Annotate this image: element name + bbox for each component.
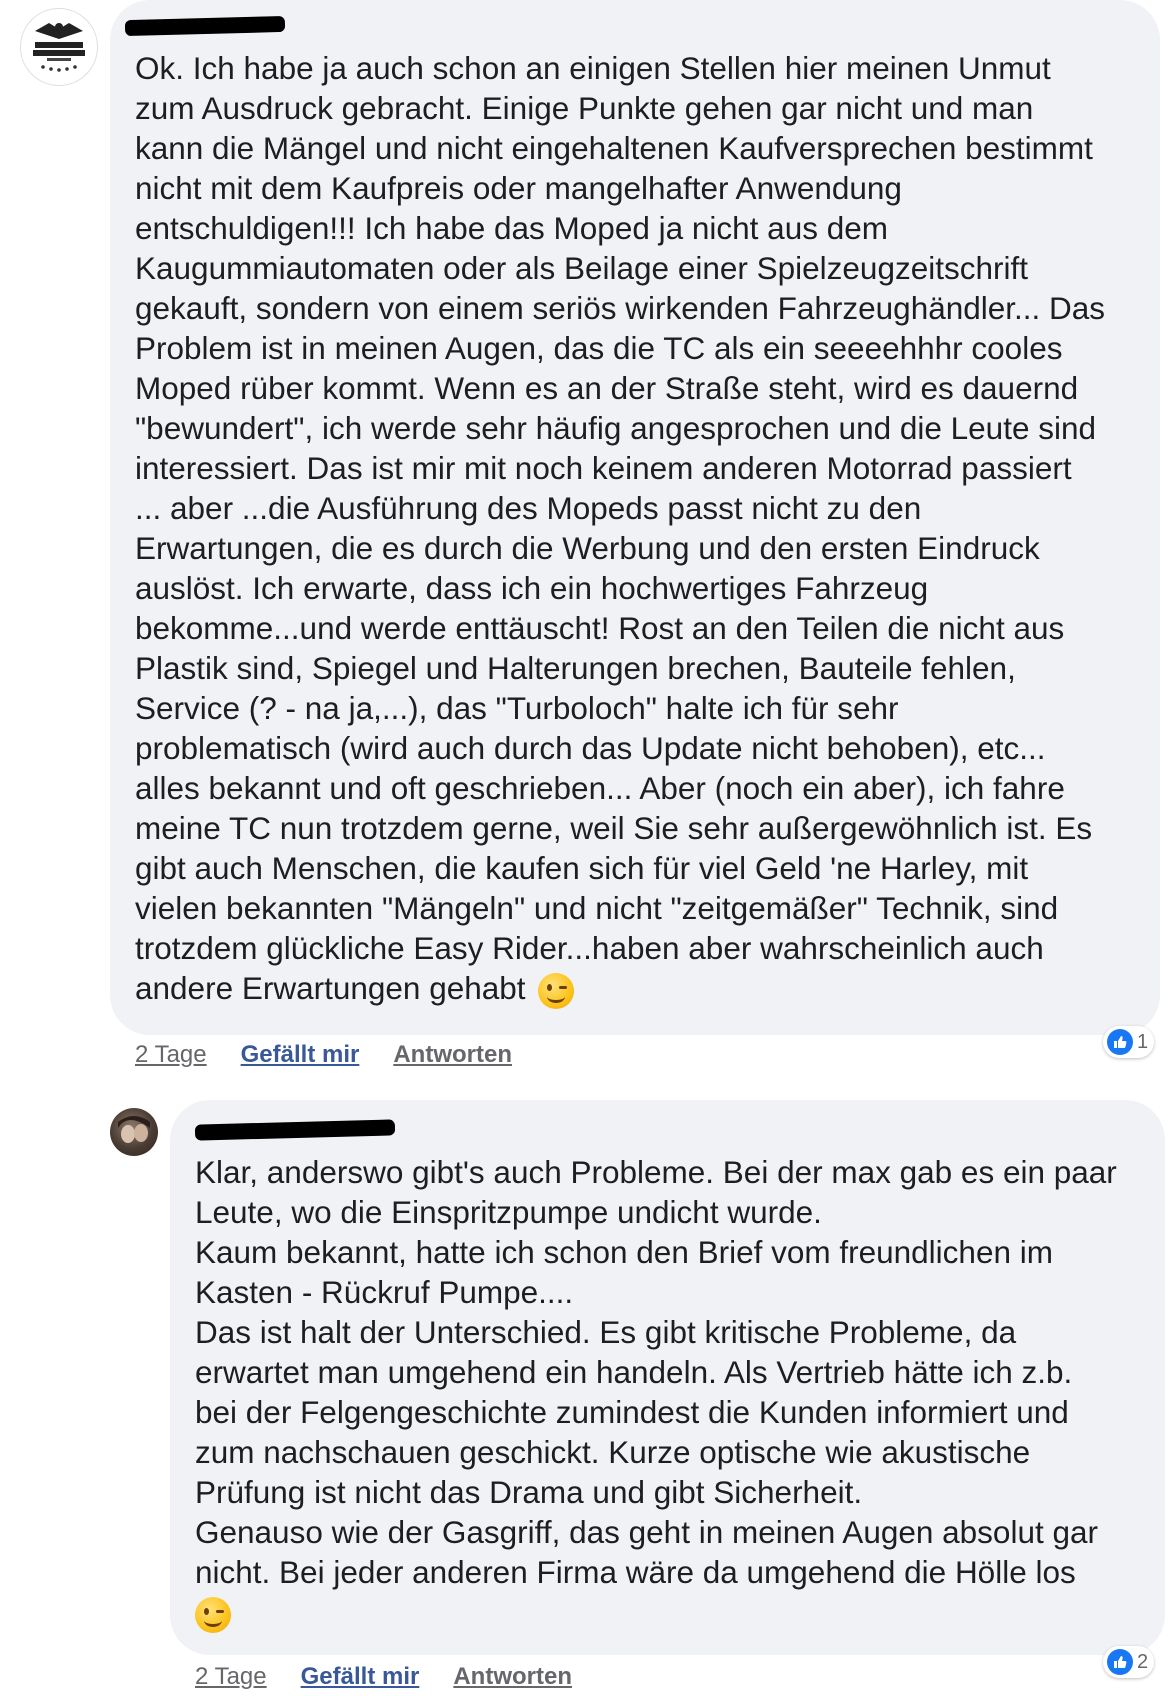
commenter-avatar[interactable] xyxy=(110,1108,158,1156)
reaction-summary[interactable]: 2 xyxy=(1103,1646,1155,1678)
like-link[interactable]: Gefällt mir xyxy=(241,1040,360,1070)
comment-actions: 2 Tage Gefällt mir Antworten xyxy=(195,1662,572,1692)
commenter-avatar[interactable] xyxy=(20,8,98,86)
comment-actions: 2 Tage Gefällt mir Antworten xyxy=(135,1040,512,1070)
wink-emoji-icon xyxy=(538,972,575,1009)
reply-link[interactable]: Antworten xyxy=(393,1040,512,1070)
comment-timestamp[interactable]: 2 Tage xyxy=(195,1662,267,1692)
reaction-count: 1 xyxy=(1137,1030,1149,1053)
banana-concrete-logo xyxy=(33,23,85,72)
like-link[interactable]: Gefällt mir xyxy=(301,1662,420,1692)
reply-link[interactable]: Antworten xyxy=(453,1662,572,1692)
reaction-count: 2 xyxy=(1137,1650,1149,1673)
comment-text: Ok. Ich habe ja auch schon an einigen St… xyxy=(135,48,1155,1009)
thumbs-up-icon xyxy=(1107,1029,1133,1055)
wink-emoji-icon xyxy=(195,1596,231,1633)
profile-photo-icon xyxy=(118,1116,150,1143)
comment-text: Klar, anderswo gibt's auch Probleme. Bei… xyxy=(195,1152,1155,1633)
reaction-summary[interactable]: 1 xyxy=(1103,1026,1155,1058)
comment-timestamp[interactable]: 2 Tage xyxy=(135,1040,207,1070)
thumbs-up-icon xyxy=(1107,1649,1133,1675)
